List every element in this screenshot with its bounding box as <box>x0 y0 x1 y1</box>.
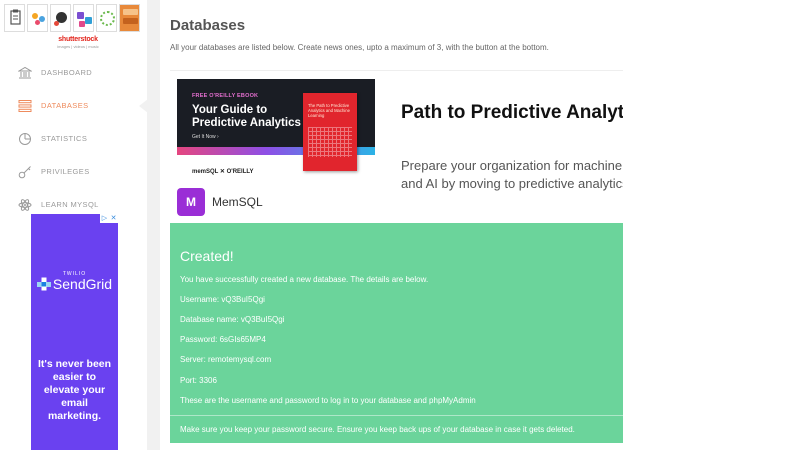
sidebar-nav: DASHBOARD DATABASES STATISTICS PRIVILEGE… <box>0 56 148 221</box>
alert-heading: Created! <box>180 248 234 264</box>
password-value: Password: 6sGIs65MP4 <box>180 335 266 344</box>
sendgrid-ad[interactable]: ▷ ✕ TWILIO SendGrid It's never been easi… <box>31 214 118 450</box>
bank-icon <box>17 66 33 80</box>
shutterstock-logo[interactable]: shutterstock images | videos | music <box>53 36 103 49</box>
book-cover-pattern <box>308 127 352 157</box>
ebook-partners: memSQL ✕ O'REILLY <box>192 169 254 175</box>
advertiser-name: MemSQL <box>212 195 263 209</box>
sidebar-item-privileges[interactable]: PRIVILEGES <box>0 155 147 188</box>
close-icon[interactable]: ✕ <box>109 214 118 223</box>
clipboard-thumbnail[interactable] <box>4 4 25 32</box>
advertiser-row[interactable]: M MemSQL <box>177 188 263 216</box>
illustration-thumbnail[interactable] <box>73 4 94 32</box>
book-cover: The Path to Predictive Analytics and Mac… <box>303 93 357 171</box>
main-content: Databases All your databases are listed … <box>170 0 800 450</box>
alert-divider <box>170 415 623 416</box>
pie-chart-icon <box>17 132 33 146</box>
sendgrid-logo-icon <box>36 277 51 291</box>
ad-choices[interactable]: ▷ ✕ <box>100 214 118 223</box>
memsql-logo-icon: M <box>177 188 205 216</box>
ad-info-icon[interactable]: ▷ <box>100 214 109 223</box>
database-name-value: Database name: vQ3BuI5Qgi <box>180 315 285 324</box>
ad-brand: SendGrid <box>31 276 118 292</box>
ad-body: Prepare your organization for machine le… <box>401 157 623 193</box>
sidebar-gutter <box>147 0 160 450</box>
illustration-thumbnail[interactable] <box>119 4 140 32</box>
username-value: Username: vQ3BuI5Qgi <box>180 295 265 304</box>
ebook-cta: Get It Now › <box>192 134 219 140</box>
ebook-title: Your Guide to Predictive Analytics <box>192 104 301 129</box>
sidebar-item-label: DASHBOARD <box>41 68 93 77</box>
sidebar-item-label: DATABASES <box>41 101 89 110</box>
server-value: Server: remotemysql.com <box>180 355 272 364</box>
alert-intro: You have successfully created a new data… <box>180 275 429 284</box>
sidebar-item-label: PRIVILEGES <box>41 167 90 176</box>
ebook-promo-image[interactable]: FREE O'REILLY EBOOK Your Guide to Predic… <box>177 79 375 177</box>
atom-icon <box>17 198 33 212</box>
page-subtitle: All your databases are listed below. Cre… <box>170 43 549 52</box>
memsql-ad-banner[interactable]: FREE O'REILLY EBOOK Your Guide to Predic… <box>170 70 623 223</box>
illustration-thumbnail[interactable] <box>96 4 117 32</box>
ad-headline[interactable]: Path to Predictive Analytics <box>401 102 623 124</box>
page-title: Databases <box>170 17 246 34</box>
port-value: Port: 3306 <box>180 376 217 385</box>
sidebar-item-label: LEARN MYSQL <box>41 200 99 209</box>
alert-note: These are the username and password to l… <box>180 396 476 405</box>
ebook-eyebrow: FREE O'REILLY EBOOK <box>192 93 259 99</box>
ad-body-line: Prepare your organization for machine le… <box>401 158 623 173</box>
ad-body-line: and AI by moving to predictive analytics… <box>401 176 623 191</box>
ad-copy: It's never been easier to elevate your e… <box>37 358 112 422</box>
sidebar-item-label: STATISTICS <box>41 134 88 143</box>
sidebar: shutterstock images | videos | music DAS… <box>0 0 148 450</box>
image-thumbnail-strip[interactable] <box>4 4 140 34</box>
book-title: The Path to Predictive Analytics and Mac… <box>308 103 350 118</box>
sidebar-item-statistics[interactable]: STATISTICS <box>0 122 147 155</box>
sidebar-item-dashboard[interactable]: DASHBOARD <box>0 56 147 89</box>
success-alert: Created! You have successfully created a… <box>170 223 623 443</box>
sidebar-item-databases[interactable]: DATABASES <box>0 89 148 122</box>
key-icon <box>17 165 33 179</box>
illustration-thumbnail[interactable] <box>50 4 71 32</box>
alert-warning: Make sure you keep your password secure.… <box>180 425 575 434</box>
illustration-thumbnail[interactable] <box>27 4 48 32</box>
ad-brand-name: SendGrid <box>52 276 113 292</box>
shutterstock-brand: shutterstock <box>58 36 98 43</box>
database-bars-icon <box>17 99 33 113</box>
shutterstock-tagline: images | videos | music <box>57 44 99 49</box>
